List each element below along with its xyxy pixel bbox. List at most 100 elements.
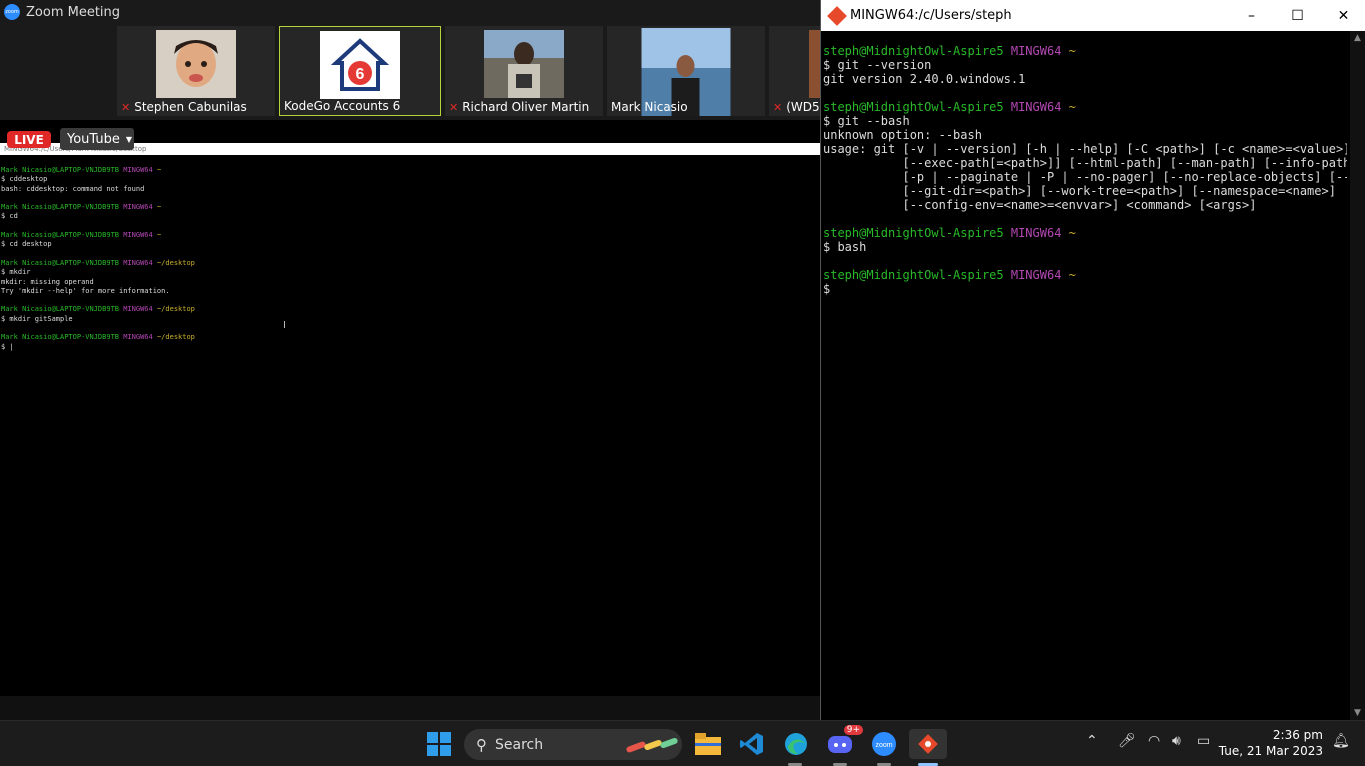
notification-icon[interactable]: 🔔︎ <box>1332 733 1350 749</box>
volume-icon[interactable]: 🔊︎ <box>1172 733 1181 749</box>
participant-tile[interactable]: Mark Nicasio <box>607 26 765 116</box>
live-badge[interactable]: LIVE <box>7 131 51 148</box>
wifi-icon[interactable]: ◠ <box>1148 733 1160 749</box>
terminal-line: Mark Nicasio@LAPTOP-VNJDB9TB MINGW64 ~ <box>1 231 162 240</box>
clock-time: 2:36 pm <box>1272 728 1323 742</box>
chevron-up-icon[interactable]: ⌃ <box>1086 733 1098 749</box>
scrollbar[interactable]: ▲ ▼ <box>1350 31 1365 720</box>
mic-muted-icon: ✕ <box>449 100 459 114</box>
terminal-line: Mark Nicasio@LAPTOP-VNJDB9TB MINGW64 ~ <box>1 203 162 212</box>
participant-photo <box>484 30 564 98</box>
file-explorer-icon[interactable] <box>693 729 723 759</box>
participant-name: ✕ Stephen Cabunilas <box>121 100 247 114</box>
terminal-line: $ mkdir <box>1 268 31 277</box>
clock-date: Tue, 21 Mar 2023 <box>1218 744 1323 758</box>
minimize-button[interactable]: – <box>1229 0 1274 31</box>
participant-name: ✕ Richard Oliver Martin <box>449 100 590 114</box>
zoom-bottom-bar <box>0 696 820 720</box>
participant-name: KodeGo Accounts 6 <box>284 99 401 113</box>
terminal-line: mkdir: missing operand <box>1 277 94 286</box>
kodego-logo: 6 <box>320 31 400 99</box>
terminal-line: $ git --version <box>823 58 932 72</box>
search-highlight-icon <box>626 737 678 753</box>
terminal-line: Mark Nicasio@LAPTOP-VNJDB9TB MINGW64 ~ <box>1 166 162 174</box>
terminal-line: $ <box>823 282 831 296</box>
vscode-icon[interactable] <box>737 729 767 759</box>
terminal-line: steph@MidnightOwl-Aspire5 MINGW64 ~ <box>823 226 1076 240</box>
terminal-line: [--config-env=<name>=<envvar>] <command>… <box>823 198 1257 212</box>
terminal-line: Try 'mkdir --help' for more information. <box>1 286 170 295</box>
taskbar-search[interactable]: ⚲ Search <box>464 729 682 760</box>
git-bash-taskbar-icon[interactable] <box>909 729 947 759</box>
terminal-line: $ cd desktop <box>1 240 52 249</box>
svg-text:6: 6 <box>356 66 365 83</box>
git-window-titlebar[interactable]: MINGW64:/c/Users/steph – ☐ ✕ <box>821 0 1365 31</box>
terminal-line: [-p | --paginate | -P | --no-pager] [--n… <box>823 170 1347 184</box>
svg-text:zoom: zoom <box>875 742 892 749</box>
terminal-line: $ bash <box>823 240 867 254</box>
git-window-title: MINGW64:/c/Users/steph <box>850 8 1012 23</box>
terminal-line: $ git --bash <box>823 114 910 128</box>
participant-strip: ✕ Stephen Cabunilas 6 KodeGo Accounts 6 … <box>0 24 820 120</box>
zoom-icon[interactable]: zoom <box>869 729 899 759</box>
notification-badge: 9+ <box>843 725 863 735</box>
git-icon <box>827 5 847 26</box>
windows-taskbar: ⚲ Search 9+ zoom ⌃ 🎤︎ ◠ 🔊︎ ▭ 2:36 pm Tue… <box>0 720 1365 766</box>
terminal-line: steph@MidnightOwl-Aspire5 MINGW64 ~ <box>823 268 1076 282</box>
terminal-line: steph@MidnightOwl-Aspire5 MINGW64 ~ <box>823 100 1076 114</box>
windows-logo-icon <box>427 732 451 756</box>
terminal-line: $ | <box>1 342 14 351</box>
youtube-stream-dropdown[interactable]: YouTube ▼ <box>60 128 134 150</box>
mic-muted-icon: ✕ <box>121 100 131 114</box>
git-terminal-output[interactable]: steph@MidnightOwl-Aspire5 MINGW64 ~ $ git… <box>823 44 1347 296</box>
zoom-window-title: Zoom Meeting <box>26 4 121 20</box>
participant-tile[interactable]: ✕ Richard Oliver Martin <box>445 26 603 116</box>
participant-name: Mark Nicasio <box>611 100 688 114</box>
participant-tile[interactable]: ✕ Stephen Cabunilas <box>117 26 275 116</box>
scroll-down-icon[interactable]: ▼ <box>1350 708 1365 718</box>
git-bash-window[interactable]: MINGW64:/c/Users/steph – ☐ ✕ steph@Midni… <box>820 0 1365 720</box>
scroll-up-icon[interactable]: ▲ <box>1350 33 1365 43</box>
mic-muted-icon: ✕ <box>773 100 783 114</box>
battery-icon[interactable]: ▭ <box>1197 733 1210 749</box>
shared-screen: MINGW64:/c/Users/Mark Nicasio/desktop Ma… <box>0 143 820 696</box>
text-cursor-icon: I <box>283 320 286 331</box>
terminal-line: usage: git [-v | --version] [-h | --help… <box>823 142 1347 156</box>
zoom-logo-icon: zoom <box>4 4 20 20</box>
terminal-line: $ mkdir gitSample <box>1 314 73 323</box>
chevron-down-icon: ▼ <box>125 134 133 144</box>
start-button[interactable] <box>424 729 454 759</box>
shared-terminal-output: Mark Nicasio@LAPTOP-VNJDB9TB MINGW64 ~ $ … <box>1 166 195 352</box>
terminal-line: bash: cddesktop: command not found <box>1 184 145 193</box>
terminal-line: unknown option: --bash <box>823 128 982 142</box>
edge-icon[interactable] <box>781 729 811 759</box>
terminal-line: Mark Nicasio@LAPTOP-VNJDB9TB MINGW64 ~/d… <box>1 333 195 342</box>
participant-tile-active[interactable]: 6 KodeGo Accounts 6 <box>279 26 441 116</box>
terminal-line: $ cd <box>1 212 18 221</box>
terminal-line: [--git-dir=<path>] [--work-tree=<path>] … <box>823 184 1336 198</box>
clock[interactable]: 2:36 pm Tue, 21 Mar 2023 <box>1219 727 1323 759</box>
participant-tile[interactable]: ✕ (WD5 <box>769 26 820 116</box>
discord-icon[interactable]: 9+ <box>825 725 863 759</box>
terminal-line: Mark Nicasio@LAPTOP-VNJDB9TB MINGW64 ~/d… <box>1 258 195 267</box>
terminal-line: steph@MidnightOwl-Aspire5 MINGW64 ~ <box>823 44 1076 58</box>
terminal-line: [--exec-path[=<path>]] [--html-path] [--… <box>823 156 1347 170</box>
zoom-title-bar: zoom Zoom Meeting <box>0 0 820 24</box>
participant-photo <box>156 30 236 98</box>
terminal-line: git version 2.40.0.windows.1 <box>823 72 1026 86</box>
participant-name: ✕ (WD5 <box>773 100 820 114</box>
close-button[interactable]: ✕ <box>1321 0 1365 31</box>
search-icon: ⚲ <box>476 735 487 754</box>
terminal-line: $ cddesktop <box>1 175 48 184</box>
maximize-button[interactable]: ☐ <box>1275 0 1320 31</box>
terminal-line: Mark Nicasio@LAPTOP-VNJDB9TB MINGW64 ~/d… <box>1 305 195 314</box>
microphone-icon[interactable]: 🎤︎ <box>1118 733 1136 749</box>
